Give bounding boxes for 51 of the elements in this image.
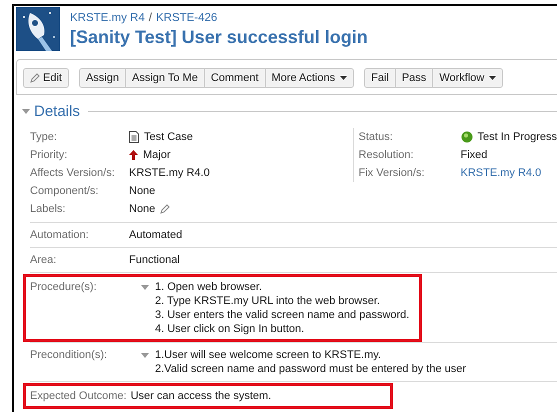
list-item: 1.User will see welcome screen to KRSTE.my. xyxy=(155,349,382,361)
field-label: Precondition(s): xyxy=(30,349,108,361)
edit-button[interactable]: Edit xyxy=(23,68,69,88)
breadcrumb-separator: / xyxy=(148,12,152,24)
field-value: Test In Progress xyxy=(478,131,557,143)
field-value: Automated xyxy=(129,229,182,241)
version-link[interactable]: KRSTE.my R4.0 xyxy=(460,167,542,179)
document-icon xyxy=(129,131,139,143)
toolbar-button[interactable]: Pass xyxy=(394,68,434,88)
field-value: Fixed xyxy=(460,149,488,161)
field-value: Functional xyxy=(129,254,180,266)
arrow-up-icon xyxy=(129,150,138,160)
field-label: Automation: xyxy=(30,229,90,241)
section-heading: Details xyxy=(34,103,80,120)
pencil-icon xyxy=(30,73,40,83)
list-item: 4. User click on Sign In button. xyxy=(155,323,306,335)
field-label: Fix Version/s: xyxy=(358,167,426,179)
list-item: 2. Type KRSTE.my URL into the web browser. xyxy=(155,295,381,307)
menu-button[interactable]: More Actions xyxy=(264,68,354,88)
toolbar-button[interactable]: Fail xyxy=(364,68,396,88)
field-label: Procedure(s): xyxy=(30,281,98,293)
field-value: User can access the system. xyxy=(130,390,272,402)
caret-icon xyxy=(489,76,496,80)
field-label: Type: xyxy=(30,131,58,143)
caret-icon xyxy=(340,76,348,80)
field-label: Priority: xyxy=(30,149,68,161)
field-label: Resolution: xyxy=(358,149,415,161)
field-label: Component/s: xyxy=(30,185,100,197)
toolbar-button[interactable]: Assign To Me xyxy=(125,68,205,88)
toolbar-button[interactable]: Comment xyxy=(204,68,266,88)
issue-title: [Sanity Test] User successful login xyxy=(70,27,368,48)
breadcrumb-link[interactable]: KRSTE.my R4 xyxy=(70,12,145,24)
field-value: KRSTE.my R4.0 xyxy=(129,167,210,179)
field-label: Labels: xyxy=(30,203,66,215)
field-label: Area: xyxy=(30,254,58,266)
field-value: Major xyxy=(143,149,171,161)
field-label: Status: xyxy=(358,131,394,143)
toolbar-button[interactable]: Assign xyxy=(78,68,126,88)
field-label: Affects Version/s: xyxy=(30,167,116,179)
field-label: Expected Outcome: xyxy=(30,390,128,402)
pencil-icon xyxy=(160,204,170,214)
field-value: Test Case xyxy=(144,131,193,143)
list-item: 1. Open web browser. xyxy=(155,281,264,293)
status-icon xyxy=(460,131,473,143)
list-item: 3. User enters the valid screen name and password. xyxy=(155,309,410,321)
field-value: None xyxy=(129,203,156,215)
menu-button[interactable]: Workflow xyxy=(432,68,504,88)
field-value: None xyxy=(129,185,156,197)
rocket-icon xyxy=(16,7,60,51)
breadcrumb-link[interactable]: KRSTE-426 xyxy=(156,12,218,24)
list-item: 2.Valid screen name and password must be entered by the user xyxy=(155,363,466,375)
